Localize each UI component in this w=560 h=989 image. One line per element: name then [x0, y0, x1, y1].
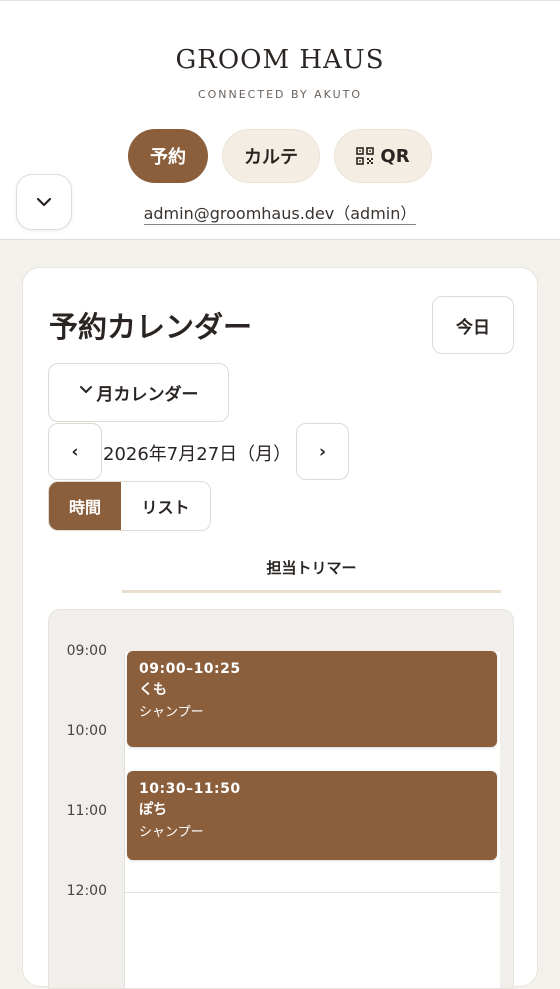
appointment-pet: ぽち: [139, 802, 167, 818]
appointment-service: シャンプー: [139, 825, 204, 840]
nav-qr-button[interactable]: QR: [334, 129, 432, 183]
next-day-button[interactable]: ›: [296, 423, 349, 480]
view-switch: 時間 リスト: [48, 481, 211, 531]
chevron-down-icon: [79, 385, 92, 393]
qr-code-icon: [356, 147, 375, 165]
view-time-tab[interactable]: 時間: [49, 482, 121, 530]
hour-label: 12:00: [66, 883, 107, 899]
brand-logo: GROOM HAUS: [175, 45, 385, 75]
appointment-pet: くも: [139, 682, 167, 698]
main-nav: 予約 カルテ QR: [0, 129, 560, 183]
hour-label: 09:00: [66, 643, 107, 659]
view-list-tab[interactable]: リスト: [121, 482, 210, 530]
appointment-block[interactable]: 09:00–10:25 くも シャンプー: [127, 651, 497, 747]
nav-karte-button[interactable]: カルテ: [222, 129, 320, 183]
appointment-time: 09:00–10:25: [139, 661, 241, 677]
current-date: 2026年7月27日（月）: [103, 444, 292, 465]
trimmer-column-header: 担当トリマー: [122, 557, 501, 593]
time-grid: 09:00 10:00 11:00 12:00 09:00–10:25 くも シ…: [48, 609, 514, 989]
month-calendar-toggle[interactable]: 月カレンダー: [48, 363, 229, 422]
calendar-card: 予約カレンダー 今日 月カレンダー ‹ 2026年7月27日（月） › 時間 リ…: [22, 267, 538, 989]
hour-label: 10:00: [66, 723, 107, 739]
appointment-time: 10:30–11:50: [139, 781, 241, 797]
nav-reserve-button[interactable]: 予約: [128, 129, 208, 183]
appointment-service: シャンプー: [139, 705, 204, 720]
hour-label: 11:00: [66, 803, 107, 819]
nav-qr-label: QR: [380, 145, 410, 167]
account-link[interactable]: admin@groomhaus.dev（admin）: [0, 200, 560, 225]
today-button[interactable]: 今日: [432, 296, 514, 354]
appointment-block[interactable]: 10:30–11:50 ぽち シャンプー: [127, 771, 497, 860]
hour-line: [124, 892, 499, 893]
page-title: 予約カレンダー: [49, 310, 253, 344]
app-header: GROOM HAUS CONNECTED BY AKUTO 予約 カルテ QR: [0, 0, 560, 240]
month-calendar-label: 月カレンダー: [96, 385, 199, 405]
prev-day-button[interactable]: ‹: [48, 423, 102, 480]
brand-tagline: CONNECTED BY AKUTO: [197, 88, 363, 101]
account-email: admin@groomhaus.dev（admin）: [143, 204, 417, 225]
